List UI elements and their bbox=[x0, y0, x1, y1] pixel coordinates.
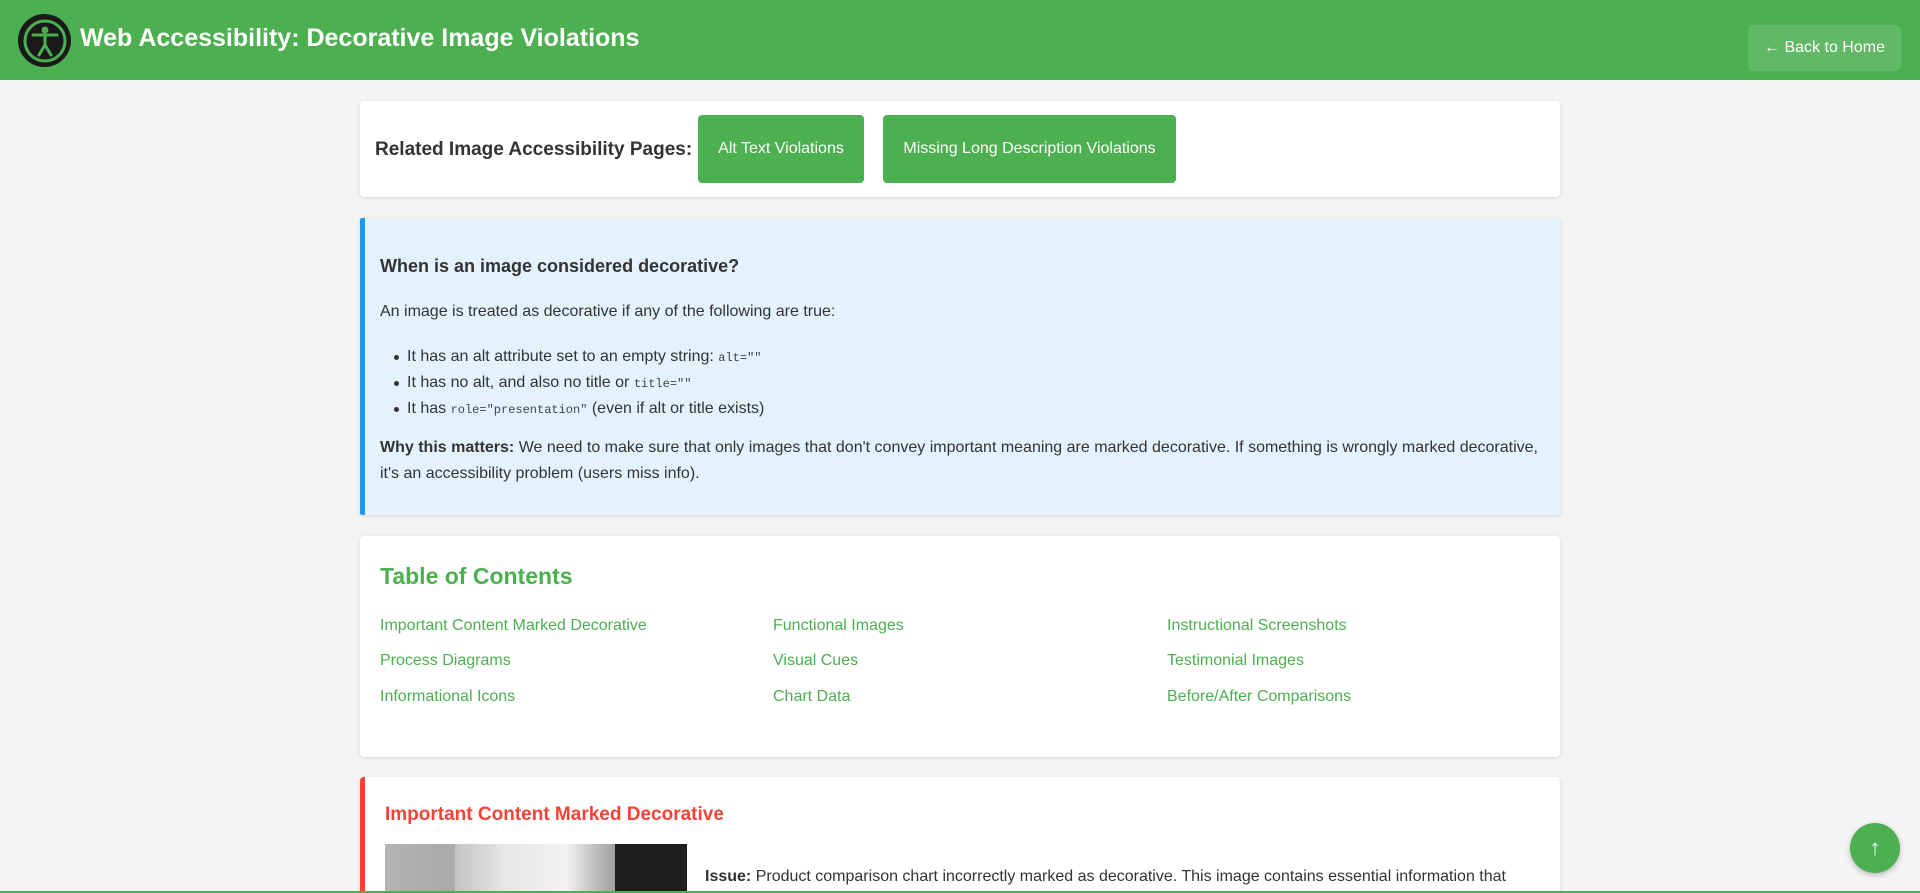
toc-link-important-content[interactable]: Important Content Marked Decorative bbox=[380, 617, 647, 635]
site-header: Web Accessibility: Decorative Image Viol… bbox=[0, 0, 1920, 80]
scroll-to-top-button[interactable]: ↑ bbox=[1850, 823, 1900, 873]
list-item: It has role="presentation" (even if alt … bbox=[393, 396, 764, 422]
toc-link-instructional-screenshots[interactable]: Instructional Screenshots bbox=[1167, 617, 1347, 635]
toc-link-informational-icons[interactable]: Informational Icons bbox=[380, 688, 515, 706]
accessibility-icon[interactable] bbox=[18, 14, 71, 67]
violation-section: Important Content Marked Decorative Issu… bbox=[360, 777, 1560, 893]
toc-link-chart-data[interactable]: Chart Data bbox=[773, 688, 850, 706]
toc-link-process-diagrams[interactable]: Process Diagrams bbox=[380, 652, 511, 670]
info-heading: When is an image considered decorative? bbox=[380, 256, 740, 276]
toc-link-visual-cues[interactable]: Visual Cues bbox=[773, 652, 858, 670]
why-this-matters: Why this matters: We need to make sure t… bbox=[380, 439, 1538, 482]
toc-heading: Table of Contents bbox=[380, 563, 573, 589]
page-title: Web Accessibility: Decorative Image Viol… bbox=[80, 24, 640, 52]
decorative-info-box: When is an image considered decorative? … bbox=[360, 218, 1560, 515]
toc-link-functional-images[interactable]: Functional Images bbox=[773, 617, 904, 635]
list-item: It has no alt, and also no title or titl… bbox=[393, 370, 764, 396]
example-image bbox=[385, 844, 687, 893]
back-to-home-button[interactable]: ← Back to Home bbox=[1748, 25, 1901, 71]
alt-text-violations-link[interactable]: Alt Text Violations bbox=[698, 115, 864, 183]
decorative-rules-list: It has an alt attribute set to an empty … bbox=[393, 344, 764, 422]
toc-link-testimonial-images[interactable]: Testimonial Images bbox=[1167, 652, 1304, 670]
related-pages-label: Related Image Accessibility Pages: bbox=[375, 139, 693, 160]
violation-heading: Important Content Marked Decorative bbox=[385, 804, 724, 825]
list-item: It has an alt attribute set to an empty … bbox=[393, 344, 764, 370]
missing-long-description-link[interactable]: Missing Long Description Violations bbox=[883, 115, 1176, 183]
related-pages-card: Related Image Accessibility Pages: Alt T… bbox=[360, 101, 1560, 197]
info-intro: An image is treated as decorative if any… bbox=[380, 303, 836, 320]
table-of-contents: Table of Contents Important Content Mark… bbox=[360, 536, 1560, 757]
toc-link-before-after[interactable]: Before/After Comparisons bbox=[1167, 688, 1351, 706]
issue-description: Issue: Product comparison chart incorrec… bbox=[705, 868, 1506, 885]
